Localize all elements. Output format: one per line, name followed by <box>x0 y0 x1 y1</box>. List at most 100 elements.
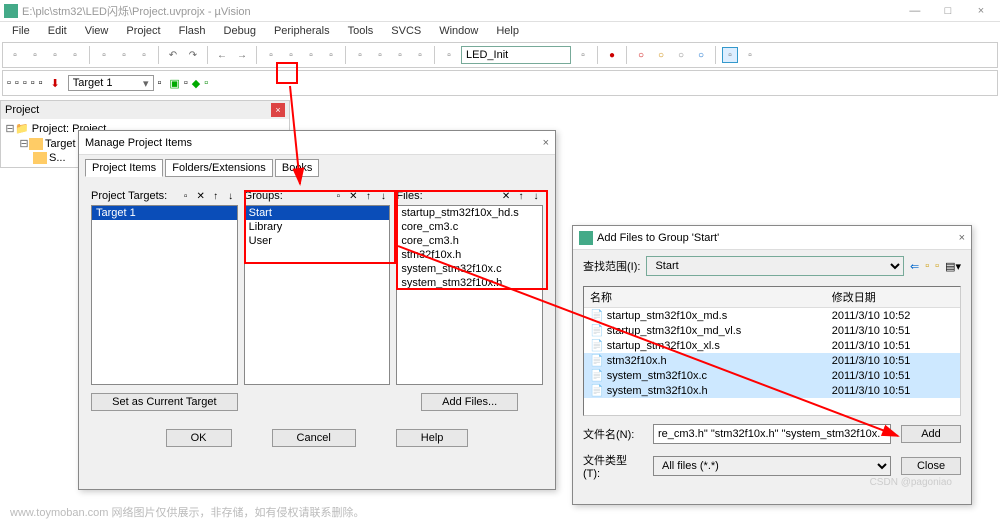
manage-rte-icon[interactable]: ▫ <box>184 77 188 89</box>
add-button[interactable]: Add <box>901 425 961 443</box>
bp-kill-icon[interactable]: ○ <box>693 47 709 63</box>
debug-icon[interactable]: ● <box>604 47 620 63</box>
tab-project-items[interactable]: Project Items <box>85 159 163 177</box>
menu-flash[interactable]: Flash <box>171 24 214 38</box>
filetype-select[interactable]: All files (*.*) <box>653 456 891 476</box>
list-item[interactable]: stm32f10x.h <box>397 248 542 262</box>
close-icon[interactable]: × <box>966 5 996 17</box>
breakpoint-icon[interactable]: ○ <box>633 47 649 63</box>
delete-file-icon[interactable]: ✕ <box>499 189 513 203</box>
table-row[interactable]: 📄 system_stm32f10x.h2011/3/10 10:51 <box>584 383 960 398</box>
save-icon[interactable]: ▫ <box>47 47 63 63</box>
delete-target-icon[interactable]: ✕ <box>194 189 208 203</box>
table-row[interactable]: 📄 startup_stm32f10x_xl.s2011/3/10 10:51 <box>584 338 960 353</box>
window-icon[interactable]: ▫ <box>722 47 738 63</box>
open-icon[interactable]: ▫ <box>27 47 43 63</box>
col-date[interactable]: 修改日期 <box>826 287 960 308</box>
targets-list[interactable]: Target 1 <box>91 205 238 385</box>
bookmark-clear-icon[interactable]: ▫ <box>323 47 339 63</box>
up-folder-icon[interactable]: ⇐ <box>910 260 919 273</box>
tree-group[interactable]: S... <box>49 152 66 164</box>
search-input[interactable] <box>461 46 571 64</box>
dialog-close-icon[interactable]: × <box>959 232 965 244</box>
translate-icon[interactable]: ▫ <box>7 77 11 89</box>
rebuild-icon[interactable]: ▫ <box>23 77 27 89</box>
table-row[interactable]: 📄 stm32f10x.h2011/3/10 10:51 <box>584 353 960 368</box>
outdent-icon[interactable]: ▫ <box>372 47 388 63</box>
batch-build-icon[interactable]: ▫ <box>31 77 35 89</box>
copy-icon[interactable]: ▫ <box>116 47 132 63</box>
menu-debug[interactable]: Debug <box>216 24 264 38</box>
save-all-icon[interactable]: ▫ <box>67 47 83 63</box>
paste-icon[interactable]: ▫ <box>136 47 152 63</box>
nav-back-icon[interactable]: ← <box>214 47 230 63</box>
groups-list[interactable]: Start Library User <box>244 205 391 385</box>
file-list[interactable]: 名称修改日期 📄 startup_stm32f10x_md.s2011/3/10… <box>583 286 961 416</box>
list-item[interactable]: core_cm3.c <box>397 220 542 234</box>
list-item[interactable]: User <box>245 234 390 248</box>
menu-help[interactable]: Help <box>488 24 527 38</box>
table-row[interactable]: 📄 startup_stm32f10x_md_vl.s2011/3/10 10:… <box>584 323 960 338</box>
list-item[interactable]: Library <box>245 220 390 234</box>
books-icon[interactable]: ▫ <box>204 77 208 89</box>
stop-build-icon[interactable]: ▫ <box>39 77 43 89</box>
indent-icon[interactable]: ▫ <box>352 47 368 63</box>
menu-project[interactable]: Project <box>118 24 168 38</box>
bookmark-icon[interactable]: ▫ <box>263 47 279 63</box>
list-item[interactable]: system_stm32f10x.c <box>397 262 542 276</box>
menu-file[interactable]: File <box>4 24 38 38</box>
folder-icon[interactable]: ▫ <box>935 260 939 272</box>
menu-edit[interactable]: Edit <box>40 24 75 38</box>
bookmark-next-icon[interactable]: ▫ <box>303 47 319 63</box>
group-up-icon[interactable]: ↑ <box>361 189 375 203</box>
uncomment-icon[interactable]: ▫ <box>412 47 428 63</box>
help-button[interactable]: Help <box>396 429 469 447</box>
look-in-select[interactable]: Start <box>646 256 904 276</box>
nav-fwd-icon[interactable]: → <box>234 47 250 63</box>
new-target-icon[interactable]: ▫ <box>179 189 193 203</box>
group-down-icon[interactable]: ↓ <box>376 189 390 203</box>
menu-window[interactable]: Window <box>431 24 486 38</box>
menu-view[interactable]: View <box>77 24 117 38</box>
set-current-target-button[interactable]: Set as Current Target <box>91 393 237 411</box>
table-row[interactable]: 📄 startup_stm32f10x_md.s2011/3/10 10:52 <box>584 308 960 324</box>
config-icon[interactable]: ▫ <box>742 47 758 63</box>
maximize-icon[interactable]: □ <box>933 5 963 17</box>
add-files-button[interactable]: Add Files... <box>421 393 518 411</box>
find-icon[interactable]: ▫ <box>441 47 457 63</box>
ok-button[interactable]: OK <box>166 429 232 447</box>
bp-disable-icon[interactable]: ○ <box>673 47 689 63</box>
menu-tools[interactable]: Tools <box>340 24 382 38</box>
new-folder-icon[interactable]: ▫ <box>925 260 929 272</box>
bookmark-prev-icon[interactable]: ▫ <box>283 47 299 63</box>
file-down-icon[interactable]: ↓ <box>529 189 543 203</box>
view-menu-icon[interactable]: ▤▾ <box>945 260 961 273</box>
list-item[interactable]: system_stm32f10x.h <box>397 276 542 290</box>
tab-folders[interactable]: Folders/Extensions <box>165 159 273 177</box>
list-item[interactable]: Target 1 <box>92 206 237 220</box>
close-button[interactable]: Close <box>901 457 961 475</box>
filename-input[interactable] <box>653 424 891 444</box>
manage-items-icon[interactable]: ▣ <box>169 77 179 90</box>
target-select[interactable]: Target 1 <box>68 75 154 91</box>
delete-group-icon[interactable]: ✕ <box>346 189 360 203</box>
tab-books[interactable]: Books <box>275 159 320 177</box>
menu-peripherals[interactable]: Peripherals <box>266 24 338 38</box>
options-icon[interactable]: ▫ <box>158 77 162 89</box>
new-group-icon[interactable]: ▫ <box>331 189 345 203</box>
minimize-icon[interactable]: — <box>900 5 930 17</box>
find-next-icon[interactable]: ▫ <box>575 47 591 63</box>
target-up-icon[interactable]: ↑ <box>209 189 223 203</box>
table-row[interactable]: 📄 system_stm32f10x.c2011/3/10 10:51 <box>584 368 960 383</box>
new-icon[interactable]: ▫ <box>7 47 23 63</box>
cancel-button[interactable]: Cancel <box>272 429 356 447</box>
comment-icon[interactable]: ▫ <box>392 47 408 63</box>
build-icon[interactable]: ▫ <box>15 77 19 89</box>
file-up-icon[interactable]: ↑ <box>514 189 528 203</box>
panel-close-icon[interactable]: × <box>271 103 285 117</box>
redo-icon[interactable]: ↷ <box>185 47 201 63</box>
pack-installer-icon[interactable]: ◆ <box>192 77 200 90</box>
list-item[interactable]: core_cm3.h <box>397 234 542 248</box>
list-item[interactable]: startup_stm32f10x_hd.s <box>397 206 542 220</box>
download-icon[interactable]: ⬇ <box>51 77 60 90</box>
